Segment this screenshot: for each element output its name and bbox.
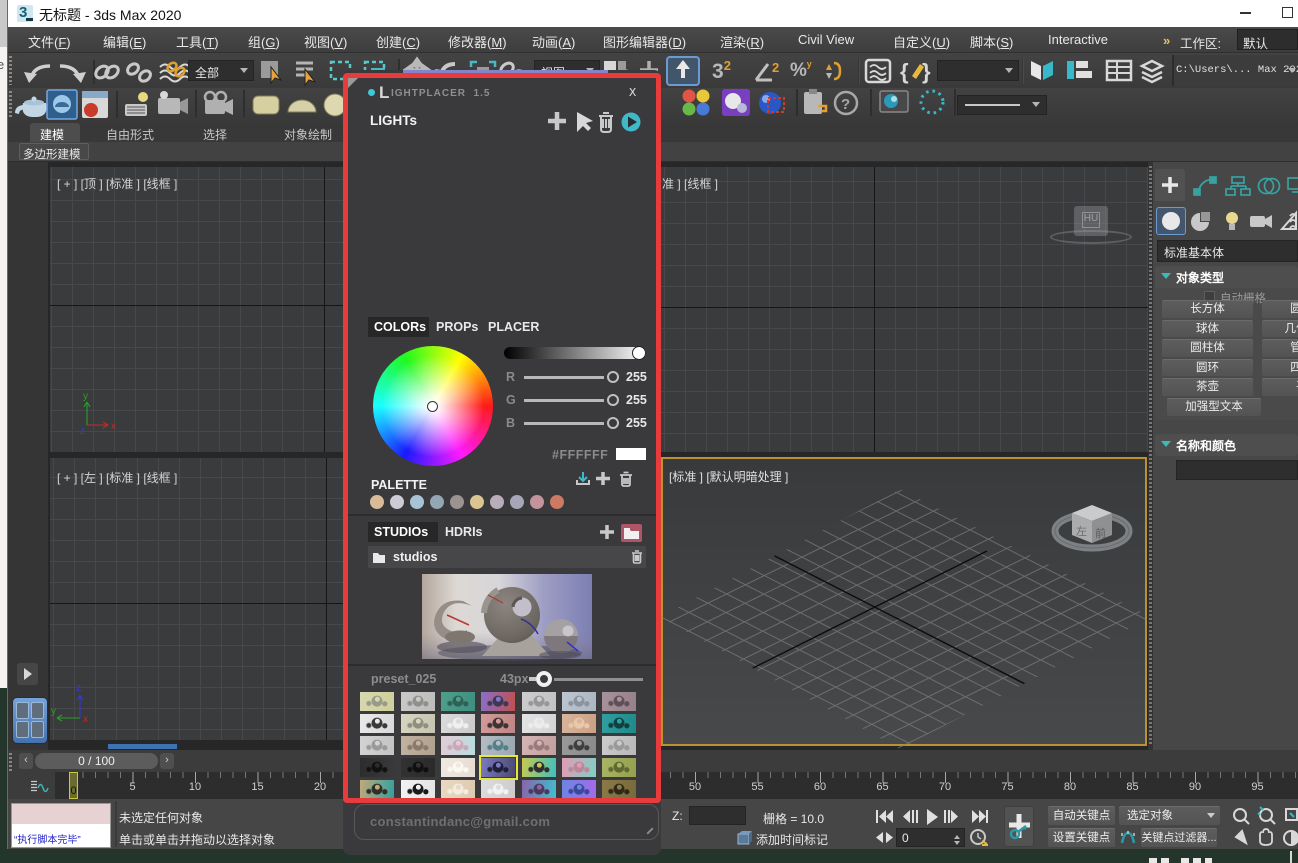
svg-text:z: z (80, 426, 85, 437)
svg-text:?: ? (841, 96, 850, 113)
svg-text:}: } (922, 59, 931, 84)
svg-text:{: { (900, 59, 909, 84)
svg-text:y: y (83, 391, 88, 402)
svg-text:左: 左 (1076, 525, 1087, 538)
svg-text:x: x (111, 421, 116, 432)
svg-text:z: z (76, 683, 81, 694)
svg-text:2: 2 (772, 60, 779, 75)
svg-text:y: y (51, 706, 56, 717)
svg-text:前: 前 (1095, 526, 1106, 540)
svg-text:x: x (83, 714, 88, 725)
